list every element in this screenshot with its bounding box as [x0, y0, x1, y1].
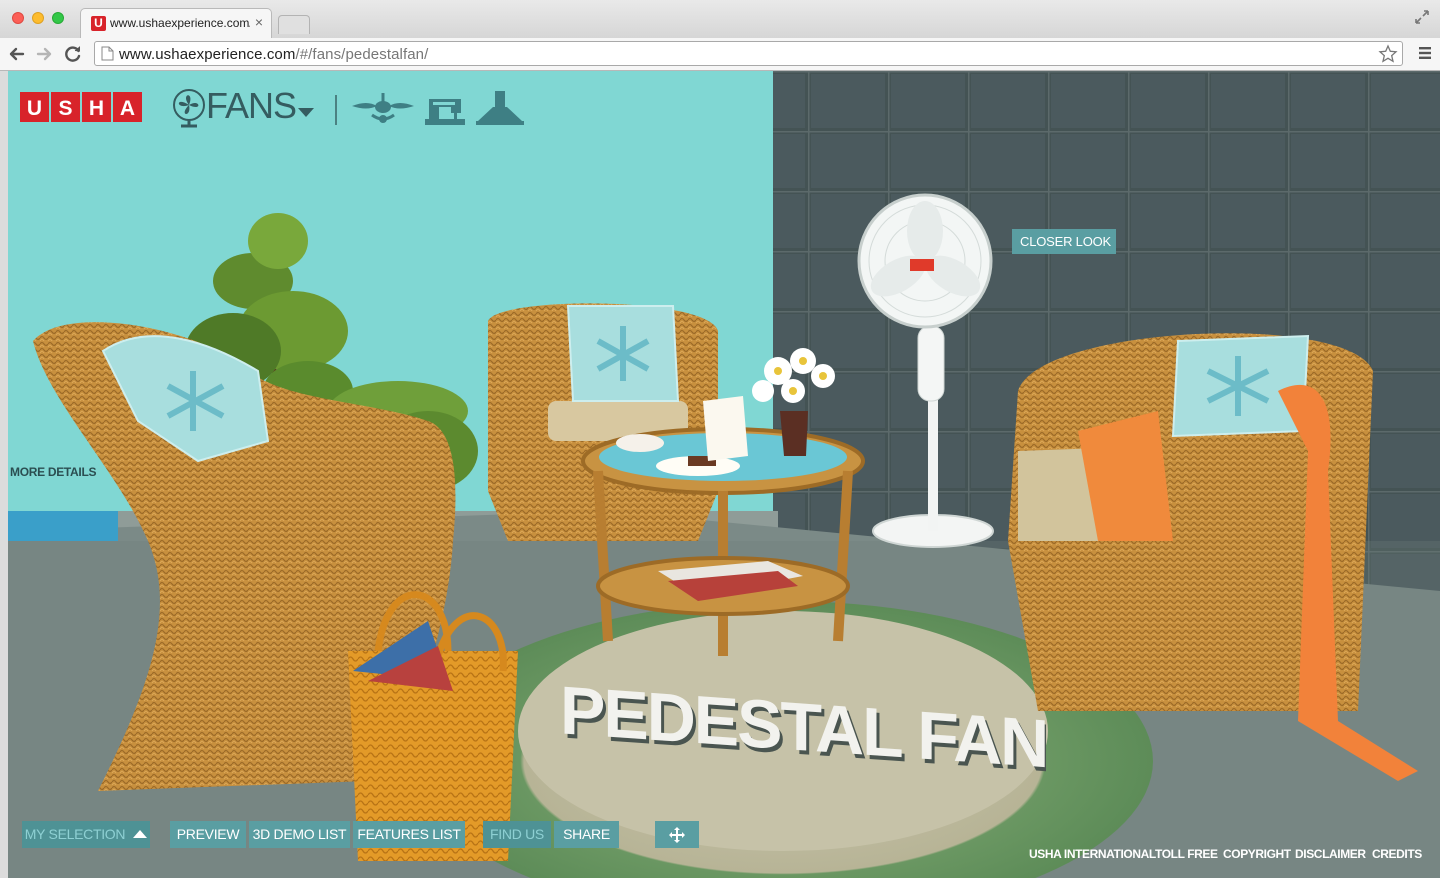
3d-demo-list-button[interactable]: 3D DEMO LIST: [249, 821, 350, 848]
new-tab-button[interactable]: [278, 15, 310, 34]
footer-toll-free-link[interactable]: TOLL FREE: [1155, 847, 1218, 861]
product-title: PEDESTAL FAN PEDESTAL FAN: [560, 672, 1046, 786]
browser-window: U www.ushaexperience.com/ × www.ushaexpe…: [0, 0, 1440, 878]
ceiling-fan-icon[interactable]: [350, 93, 416, 127]
my-selection-button[interactable]: MY SELECTION: [22, 821, 150, 848]
address-bar[interactable]: www.ushaexperience.com/#/fans/pedestalfa…: [94, 41, 1403, 66]
url-host: www.ushaexperience.com: [119, 46, 296, 63]
footer-copyright-link[interactable]: COPYRIGHT: [1223, 847, 1291, 861]
fullscreen-toggle-button[interactable]: [655, 821, 699, 848]
category-dropdown[interactable]: FANS: [206, 85, 297, 127]
share-button[interactable]: SHARE: [554, 821, 619, 848]
hamburger-menu-icon[interactable]: [1418, 46, 1432, 60]
browser-toolbar: www.ushaexperience.com/#/fans/pedestalfa…: [0, 38, 1440, 71]
reload-icon[interactable]: [62, 43, 84, 65]
sewing-machine-icon[interactable]: [423, 93, 467, 127]
expand-arrows-icon: [669, 827, 685, 843]
minimize-window-button[interactable]: [32, 12, 44, 24]
zoom-window-button[interactable]: [52, 12, 64, 24]
usha-favicon-icon: U: [91, 16, 106, 31]
closer-look-button[interactable]: CLOSER LOOK: [1012, 229, 1116, 254]
caret-up-icon: [133, 830, 148, 838]
bookmark-star-icon[interactable]: [1378, 44, 1398, 64]
tab-close-icon[interactable]: ×: [255, 14, 263, 30]
footer-disclaimer-link[interactable]: DISCLAIMER: [1295, 847, 1366, 861]
svg-text:S: S: [58, 97, 72, 120]
url-path: /#/fans/pedestalfan/: [295, 46, 429, 63]
tab-active[interactable]: U www.ushaexperience.com/ ×: [80, 8, 272, 38]
url-text: www.ushaexperience.com/#/fans/pedestalfa…: [119, 46, 428, 63]
chevron-down-icon[interactable]: [298, 108, 314, 117]
tab-bar: U www.ushaexperience.com/ ×: [0, 0, 1440, 38]
close-window-button[interactable]: [12, 12, 24, 24]
logo-letter-u: U: [27, 97, 42, 120]
preview-button[interactable]: PREVIEW: [170, 821, 246, 848]
chimney-icon[interactable]: [476, 91, 524, 127]
svg-text:H: H: [89, 97, 104, 120]
find-us-button[interactable]: FIND US: [483, 821, 551, 848]
web-page: U S H A FANS CLOSER LOOK MORE DETAILS PE…: [8, 71, 1440, 878]
tab-title: www.ushaexperience.com/: [110, 16, 250, 30]
page-icon: [101, 46, 114, 61]
footer-credits-link[interactable]: CREDITS: [1372, 847, 1422, 861]
svg-text:A: A: [120, 97, 135, 120]
usha-logo[interactable]: U S H A: [20, 92, 142, 122]
back-arrow-icon[interactable]: [6, 43, 28, 65]
features-list-button[interactable]: FEATURES LIST: [353, 821, 465, 848]
my-selection-label: MY SELECTION: [24, 826, 126, 842]
table-fan-icon: [173, 89, 205, 128]
category-divider: [335, 95, 337, 125]
footer-usha-international-link[interactable]: USHA INTERNATIONAL: [1029, 847, 1156, 861]
more-details-link[interactable]: MORE DETAILS: [10, 465, 96, 479]
forward-arrow-icon[interactable]: [33, 43, 55, 65]
fullscreen-icon[interactable]: [1414, 9, 1430, 25]
